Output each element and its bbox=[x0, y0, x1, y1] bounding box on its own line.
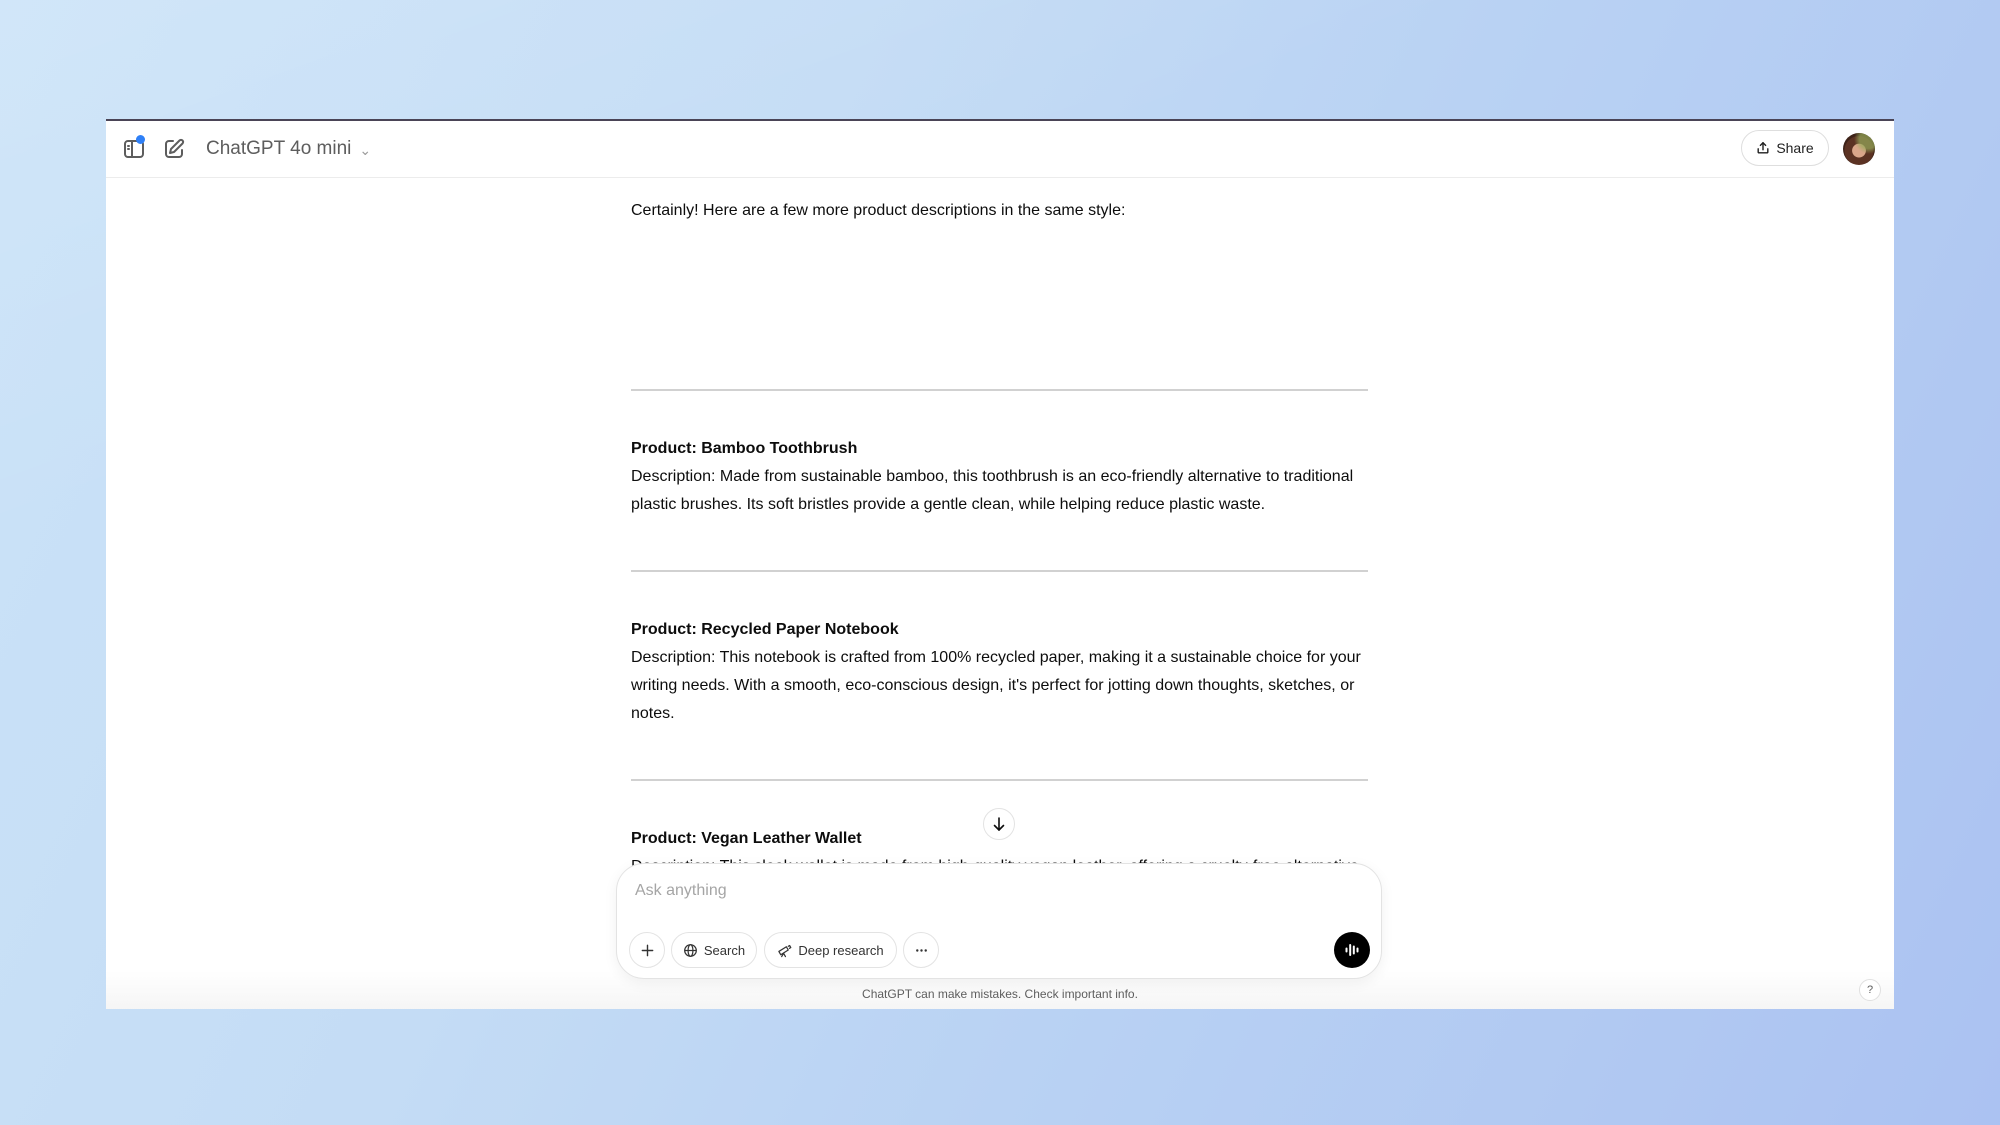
chatgpt-window: ChatGPT 4o mini ⌄ Share Certainly! Here … bbox=[106, 119, 1894, 1009]
message-input[interactable] bbox=[633, 876, 1337, 906]
notification-dot bbox=[136, 135, 145, 144]
share-label: Share bbox=[1776, 140, 1814, 156]
product-title: Product: Bamboo Toothbrush bbox=[631, 440, 858, 457]
new-chat-button[interactable] bbox=[162, 137, 186, 161]
product-entry: Product: Bamboo Toothbrush Description: … bbox=[631, 435, 1368, 519]
message-composer: Search Deep research bbox=[616, 863, 1382, 979]
divider bbox=[631, 779, 1368, 781]
plus-icon bbox=[641, 944, 653, 956]
search-button[interactable]: Search bbox=[671, 932, 757, 968]
product-title: Product: Recycled Paper Notebook bbox=[631, 621, 899, 638]
chevron-down-icon: ⌄ bbox=[359, 141, 372, 158]
upload-icon bbox=[1757, 142, 1769, 154]
more-tools-button[interactable] bbox=[903, 932, 939, 968]
globe-icon bbox=[683, 943, 697, 957]
product-entry: Product: Recycled Paper Notebook Descrip… bbox=[631, 616, 1368, 728]
scroll-to-bottom-button[interactable] bbox=[983, 808, 1015, 840]
attach-button[interactable] bbox=[629, 932, 665, 968]
arrow-down-icon bbox=[993, 817, 1005, 831]
divider bbox=[631, 389, 1368, 391]
share-button[interactable]: Share bbox=[1741, 130, 1829, 166]
divider bbox=[631, 570, 1368, 572]
model-selector[interactable]: ChatGPT 4o mini ⌄ bbox=[206, 135, 371, 163]
product-description: Description: This notebook is crafted fr… bbox=[631, 649, 1361, 722]
search-label: Search bbox=[703, 942, 746, 958]
model-title: ChatGPT 4o mini bbox=[206, 138, 352, 159]
deep-research-label: Deep research bbox=[798, 942, 884, 958]
product-description: Description: Made from sustainable bambo… bbox=[631, 468, 1354, 513]
disclaimer: ChatGPT can make mistakes. Check importa… bbox=[862, 987, 1138, 1001]
toggle-sidebar-button[interactable] bbox=[122, 135, 146, 161]
help-button[interactable]: ? bbox=[1859, 979, 1881, 1001]
deep-research-button[interactable]: Deep research bbox=[764, 932, 897, 968]
top-bar: ChatGPT 4o mini ⌄ Share bbox=[106, 121, 1894, 178]
ellipsis-icon bbox=[915, 948, 927, 952]
voice-waveform-icon bbox=[1345, 944, 1359, 956]
edit-icon bbox=[165, 138, 185, 158]
voice-mode-button[interactable] bbox=[1334, 932, 1370, 968]
user-avatar[interactable] bbox=[1843, 133, 1875, 165]
assistant-intro: Certainly! Here are a few more product d… bbox=[631, 202, 1126, 219]
telescope-icon bbox=[778, 944, 792, 957]
